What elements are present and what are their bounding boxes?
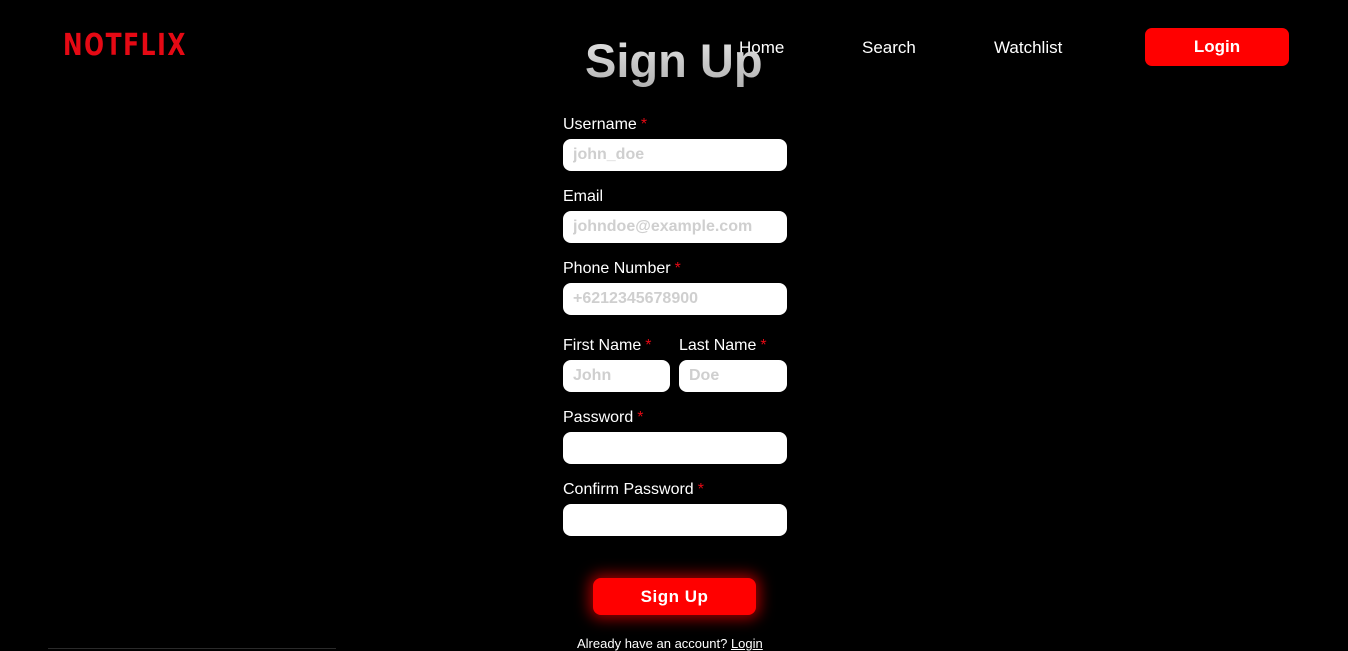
phone-label: Phone Number * <box>563 260 681 278</box>
first-name-input[interactable] <box>563 360 670 392</box>
nav-watchlist-link[interactable]: Watchlist <box>994 38 1062 58</box>
password-label: Password * <box>563 409 643 427</box>
required-mark: * <box>674 260 681 277</box>
username-label: Username * <box>563 116 647 134</box>
required-mark: * <box>640 116 648 133</box>
first-name-label-text: First Name <box>563 337 642 354</box>
divider <box>48 648 336 649</box>
required-mark: * <box>637 409 644 426</box>
confirm-password-input[interactable] <box>563 504 787 536</box>
login-prompt: Already have an account? Login <box>577 636 763 651</box>
nav-search-link[interactable]: Search <box>862 38 916 58</box>
username-label-text: Username <box>563 116 637 133</box>
last-name-label-text: Last Name <box>679 337 757 354</box>
password-input[interactable] <box>563 432 787 464</box>
confirm-password-label-text: Confirm Password <box>563 481 694 498</box>
last-name-label: Last Name * <box>679 337 767 355</box>
confirm-password-label: Confirm Password * <box>563 481 704 499</box>
notflix-logo[interactable]: NOTFLIX <box>63 28 187 63</box>
phone-label-text: Phone Number <box>563 260 671 277</box>
required-mark: * <box>697 481 704 498</box>
footer-login-link[interactable]: Login <box>731 636 763 651</box>
last-name-input[interactable] <box>679 360 787 392</box>
email-input[interactable] <box>563 211 787 243</box>
email-label: Email <box>563 188 604 205</box>
sign-up-button[interactable]: Sign Up <box>593 578 756 615</box>
required-mark: * <box>645 337 652 354</box>
password-label-text: Password <box>563 409 634 426</box>
username-input[interactable] <box>563 139 787 171</box>
header-login-button[interactable]: Login <box>1145 28 1289 66</box>
signup-page: NOTFLIX Home Search Watchlist Login Sign… <box>0 0 1348 651</box>
first-name-label: First Name * <box>563 337 651 355</box>
page-title: Sign Up <box>585 34 763 87</box>
phone-input[interactable] <box>563 283 787 315</box>
login-prompt-text: Already have an account? <box>577 636 728 651</box>
required-mark: * <box>760 337 767 354</box>
